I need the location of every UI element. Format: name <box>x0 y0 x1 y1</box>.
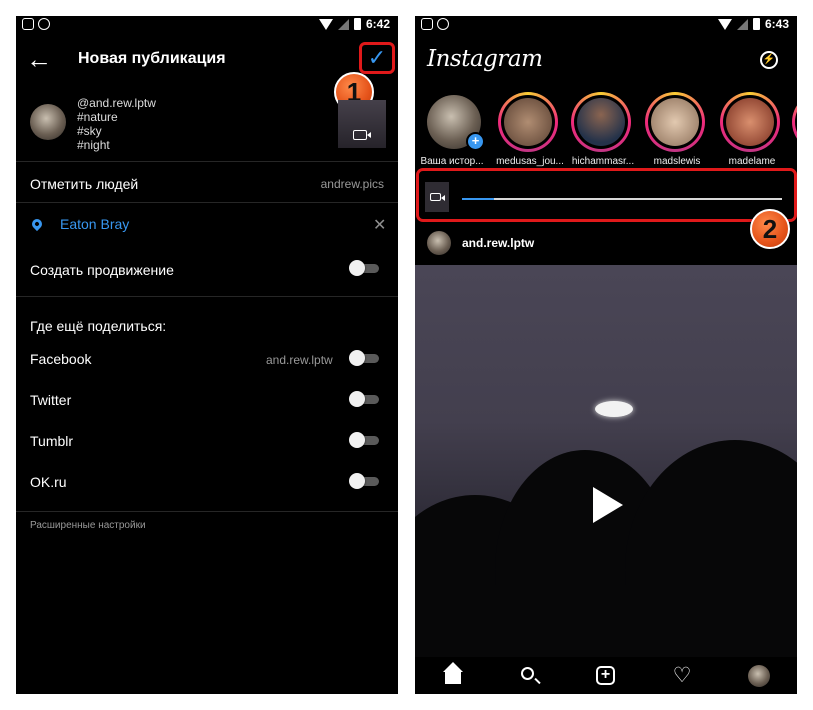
status-time: 6:43 <box>764 17 789 31</box>
upload-progress-bar <box>462 198 782 200</box>
messenger-icon[interactable]: ⚡ <box>760 51 778 69</box>
back-arrow-icon[interactable]: ← <box>26 46 52 72</box>
divider <box>16 202 398 203</box>
video-camera-icon <box>353 130 371 140</box>
story-name: Ваша истор... <box>420 156 484 167</box>
story-name: medusas_jou... <box>496 156 564 167</box>
location-label: Eaton Bray <box>60 216 130 232</box>
tag-people-value: andrew.pics <box>320 177 384 191</box>
promotion-label: Создать продвижение <box>30 262 174 278</box>
avatar <box>504 98 552 146</box>
notification-icon <box>421 18 433 30</box>
post-caption[interactable]: @and.rew.lptw #nature #sky #night <box>77 96 156 152</box>
avatar <box>651 98 699 146</box>
shazam-icon <box>38 18 50 30</box>
avatar <box>726 98 774 146</box>
heart-icon[interactable]: ♡ <box>671 665 693 687</box>
facebook-toggle[interactable] <box>349 350 379 366</box>
story-name: madslewis <box>653 156 701 167</box>
share-okru-label: OK.ru <box>30 474 67 490</box>
upload-highlight <box>416 168 797 222</box>
play-icon[interactable] <box>593 487 623 523</box>
profile-avatar-icon[interactable] <box>748 665 770 687</box>
story-name: hichammasr... <box>571 156 635 167</box>
new-post-screen: 6:42 ← Новая публикация ✓ 1 @and.rew.lpt… <box>16 16 398 694</box>
share-tumblr-label: Tumblr <box>30 433 74 449</box>
avatar <box>577 98 625 146</box>
new-post-icon[interactable]: + <box>595 665 617 687</box>
promotion-toggle[interactable] <box>349 260 379 276</box>
divider <box>16 296 398 297</box>
status-bar: 6:43 <box>415 16 797 34</box>
signal-icon <box>337 18 349 30</box>
okru-toggle[interactable] <box>349 473 379 489</box>
avatar[interactable] <box>427 231 451 255</box>
battery-icon <box>752 18 760 30</box>
post-username[interactable]: and.rew.lptw <box>462 236 534 250</box>
video-camera-icon <box>430 193 445 201</box>
feed-screen: 6:43 Instagram ⚡ + Ваша истор... medusas… <box>415 16 797 694</box>
share-confirm-button[interactable]: ✓ <box>359 42 395 74</box>
upload-thumbnail <box>425 182 449 212</box>
battery-icon <box>353 18 361 30</box>
location-pin-icon <box>29 216 45 232</box>
advanced-settings-link[interactable]: Расширенные настройки <box>30 520 146 531</box>
caption-line: #night <box>77 138 110 152</box>
caption-line: @and.rew.lptw <box>77 96 156 110</box>
instagram-logo: Instagram <box>427 46 543 72</box>
moon <box>595 401 633 417</box>
page-title: Новая публикация <box>78 50 226 67</box>
caption-line: #nature <box>77 110 118 124</box>
share-facebook-label: Facebook <box>30 351 92 367</box>
tag-people-label: Отметить людей <box>30 176 139 192</box>
post-thumbnail[interactable] <box>338 100 386 148</box>
share-section-heading: Где ещё поделиться: <box>30 318 167 334</box>
story-name: madelame <box>728 156 776 167</box>
checkmark-icon: ✓ <box>367 45 387 70</box>
twitter-toggle[interactable] <box>349 391 379 407</box>
status-bar: 6:42 <box>16 16 398 34</box>
shazam-icon <box>437 18 449 30</box>
post-video[interactable] <box>415 265 797 657</box>
search-icon[interactable] <box>519 665 541 687</box>
caption-line: #sky <box>77 124 102 138</box>
divider <box>16 511 398 512</box>
upload-progress-fill <box>462 198 494 200</box>
signal-icon <box>736 18 748 30</box>
tree-silhouette <box>415 585 797 657</box>
notification-icon <box>22 18 34 30</box>
home-icon[interactable] <box>442 662 464 687</box>
wifi-icon <box>318 18 333 30</box>
share-facebook-account: and.rew.lptw <box>266 353 333 367</box>
close-icon[interactable]: ✕ <box>373 215 386 235</box>
status-time: 6:42 <box>365 17 390 31</box>
add-story-icon: + <box>466 132 485 151</box>
share-twitter-label: Twitter <box>30 392 72 408</box>
bottom-nav: + ♡ <box>415 657 797 694</box>
divider <box>16 161 398 162</box>
wifi-icon <box>717 18 732 30</box>
avatar <box>30 104 66 140</box>
step-badge-2: 2 <box>750 209 790 249</box>
tumblr-toggle[interactable] <box>349 432 379 448</box>
